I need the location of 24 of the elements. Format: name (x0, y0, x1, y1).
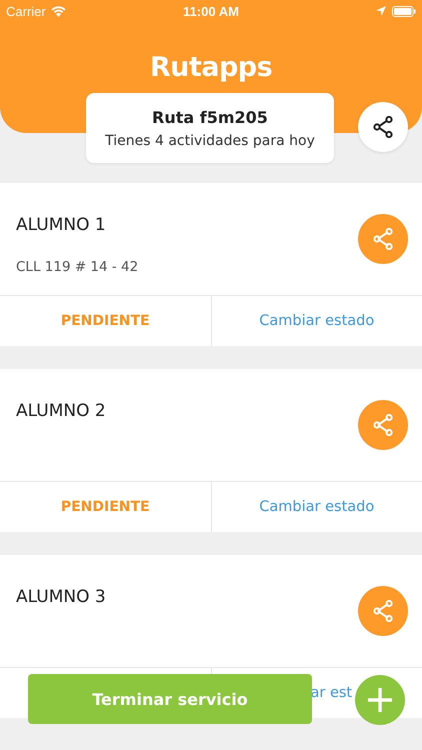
status-label: PENDIENTE (60, 313, 150, 329)
wifi-icon (50, 6, 66, 16)
share-icon (373, 228, 393, 250)
student-name: ALUMNO 1 (16, 215, 107, 235)
carrier-label: Carrier (6, 4, 46, 18)
change-status-link[interactable]: ar est (310, 685, 352, 701)
plus-icon (367, 687, 393, 713)
location-arrow-icon (376, 6, 386, 16)
route-title: Ruta f5m205 (152, 108, 268, 126)
share-button[interactable] (358, 102, 408, 152)
activities-summary: Tienes 4 actividades para hoy (105, 132, 315, 148)
status-label: PENDIENTE (60, 499, 150, 515)
finish-service-button[interactable]: Terminar servicio (28, 674, 312, 724)
share-icon (373, 414, 393, 436)
battery-icon (392, 6, 416, 16)
clock-label: 11:00 AM (183, 4, 239, 18)
change-status-link[interactable]: Cambiar estado (259, 499, 374, 515)
share-icon (373, 116, 393, 138)
student-name: ALUMNO 2 (16, 401, 106, 421)
change-status-link[interactable]: Cambiar estado (259, 313, 374, 329)
student-name: ALUMNO 3 (16, 587, 106, 607)
share-icon (373, 600, 393, 622)
student-address: CLL 119 # 14 - 42 (16, 259, 138, 275)
app-logo: Rutapps (148, 52, 274, 83)
